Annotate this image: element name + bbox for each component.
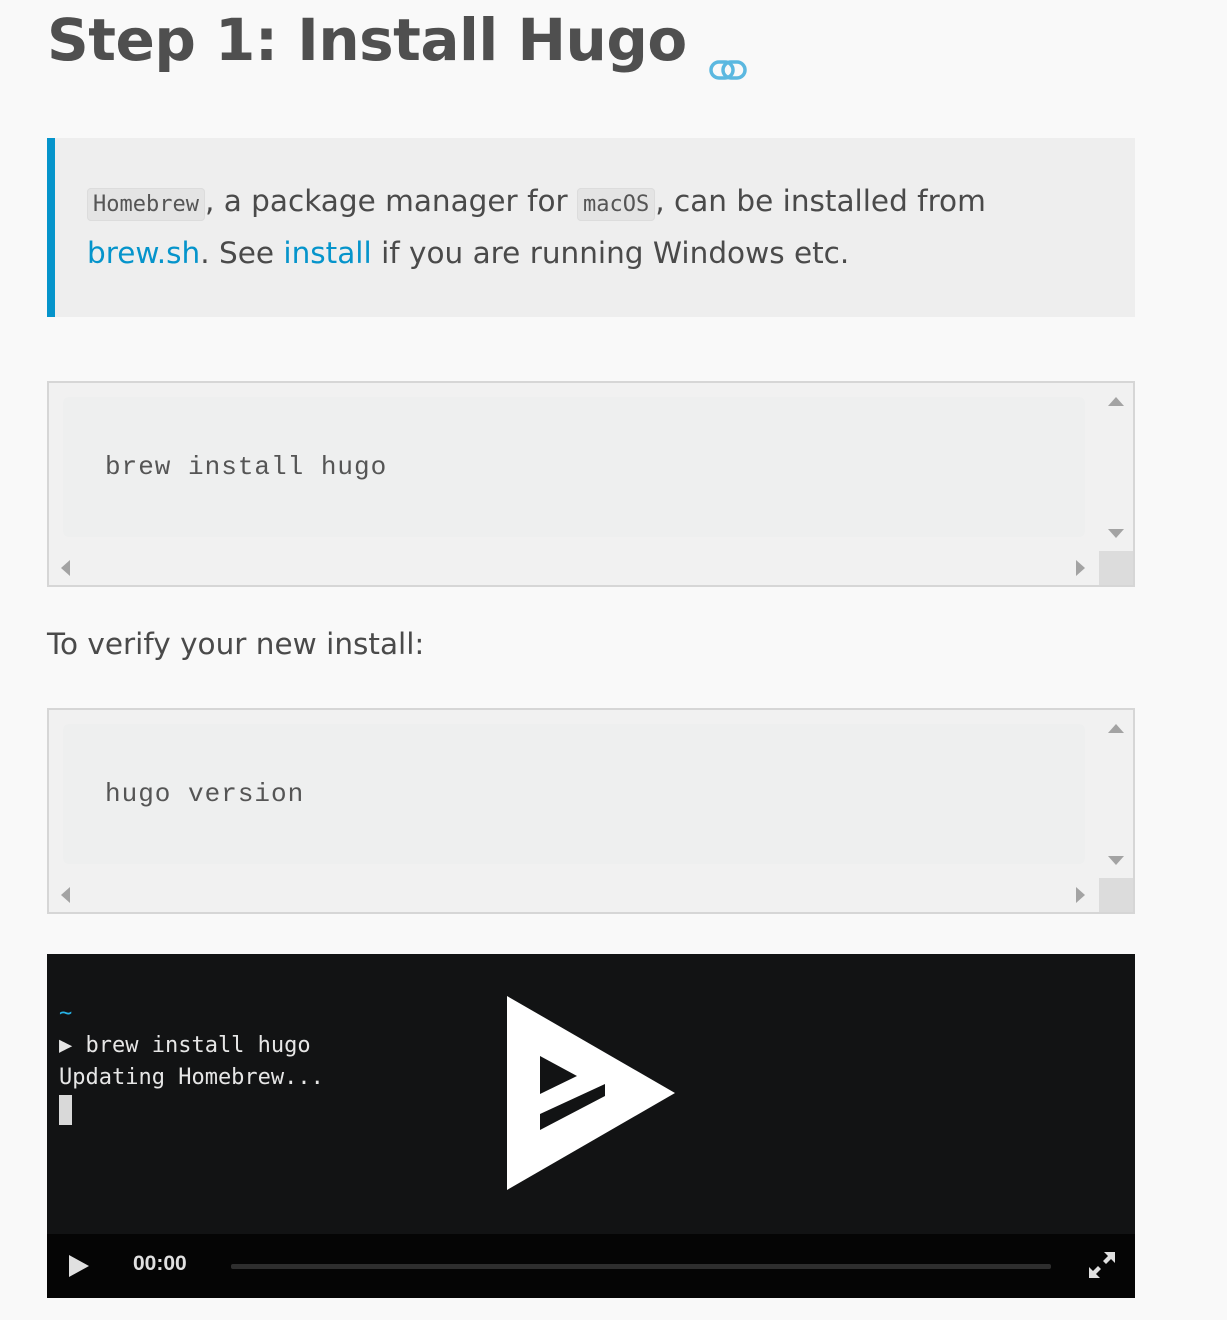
note-line-1: Homebrew, a package manager for macOS, c… — [87, 177, 1115, 229]
terminal-output: ~ ▶ brew install hugo Updating Homebrew.… — [59, 998, 324, 1126]
scrollbar-corner — [1099, 551, 1133, 585]
note-text-1: , a package manager for — [204, 184, 578, 218]
code-block-brew-install[interactable]: brew install hugo — [47, 381, 1135, 587]
note-blockquote: Homebrew, a package manager for macOS, c… — [47, 138, 1135, 317]
inline-code-homebrew: Homebrew — [87, 188, 205, 221]
terminal-prompt: ~ — [59, 1001, 73, 1026]
progress-bar[interactable] — [231, 1264, 1051, 1269]
code-block-content: hugo version — [63, 724, 1085, 864]
note-text-4: if you are running Windows etc. — [371, 236, 850, 270]
verify-paragraph: To verify your new install: — [47, 627, 425, 661]
scroll-left-arrow-icon[interactable] — [61, 560, 70, 576]
brew-sh-link[interactable]: brew.sh — [87, 236, 200, 270]
page-title: Step 1: Install Hugo — [47, 2, 747, 80]
terminal-line: ▶ brew install hugo — [59, 1033, 311, 1058]
fullscreen-icon[interactable] — [1087, 1250, 1117, 1280]
note-line-2: brew.sh. See install if you are running … — [87, 229, 1115, 278]
install-link[interactable]: install — [283, 236, 371, 270]
scroll-up-arrow-icon[interactable] — [1108, 397, 1124, 406]
playback-time: 00:00 — [133, 1252, 187, 1275]
scroll-right-arrow-icon[interactable] — [1076, 887, 1085, 903]
scrollbar-corner — [1099, 878, 1133, 912]
scroll-up-arrow-icon[interactable] — [1108, 724, 1124, 733]
player-controls: 00:00 — [47, 1234, 1135, 1298]
vertical-scrollbar[interactable] — [1099, 710, 1133, 878]
link-icon[interactable] — [708, 28, 747, 80]
inline-code-macos: macOS — [577, 188, 656, 221]
page-title-text: Step 1: Install Hugo — [47, 6, 687, 74]
asciinema-play-icon[interactable] — [507, 996, 675, 1190]
scroll-left-arrow-icon[interactable] — [61, 887, 70, 903]
asciinema-player[interactable]: ~ ▶ brew install hugo Updating Homebrew.… — [47, 954, 1135, 1298]
code-block-content: brew install hugo — [63, 397, 1085, 537]
vertical-scrollbar[interactable] — [1099, 383, 1133, 551]
code-text: brew install hugo — [105, 452, 388, 482]
code-text: hugo version — [105, 779, 305, 809]
terminal-cursor — [59, 1095, 72, 1125]
terminal-line: Updating Homebrew... — [59, 1065, 324, 1090]
scroll-right-arrow-icon[interactable] — [1076, 560, 1085, 576]
code-block-hugo-version[interactable]: hugo version — [47, 708, 1135, 914]
scroll-down-arrow-icon[interactable] — [1108, 856, 1124, 865]
play-icon[interactable] — [67, 1254, 91, 1278]
scroll-down-arrow-icon[interactable] — [1108, 529, 1124, 538]
note-text-2: , can be installed from — [655, 184, 986, 218]
horizontal-scrollbar[interactable] — [49, 551, 1099, 585]
note-text-3: . See — [200, 236, 284, 270]
horizontal-scrollbar[interactable] — [49, 878, 1099, 912]
